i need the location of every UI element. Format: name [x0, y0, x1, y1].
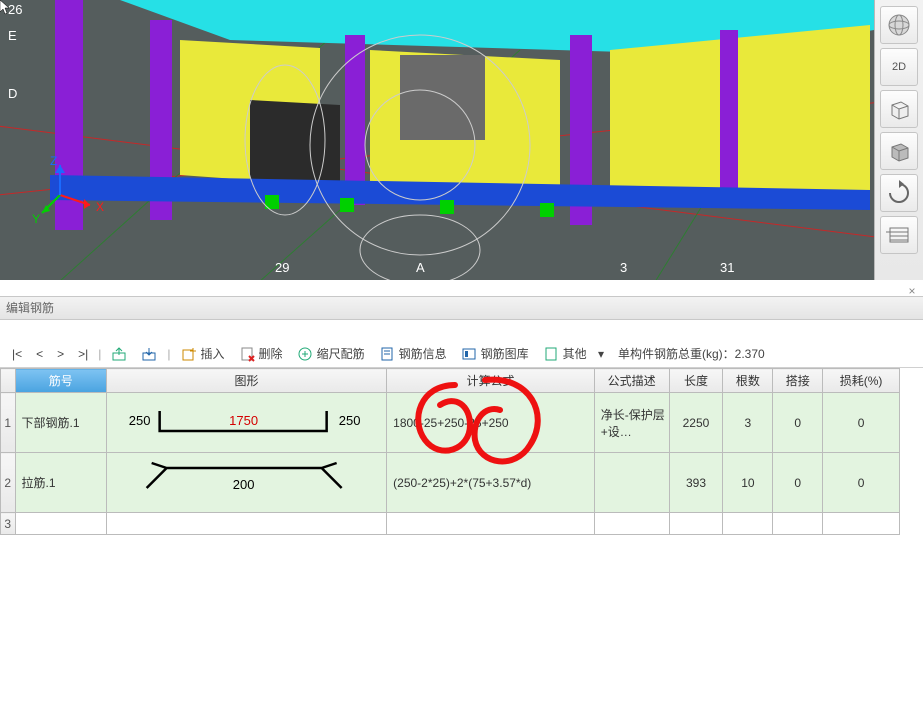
cell-count: 10 — [723, 453, 773, 513]
rotate-button[interactable] — [880, 174, 918, 212]
chevron-down-icon: ▾ — [598, 347, 604, 361]
col-header-shape[interactable]: 图形 — [106, 369, 386, 393]
col-header-lap[interactable]: 搭接 — [773, 369, 823, 393]
right-toolbar: 2D — [874, 0, 923, 280]
rebar-toolbar: |< < > >| | | 插入 删除 缩尺配筋 钢筋信息 钢筋图库 其他 ▾ … — [0, 340, 923, 368]
axis-z-label: Z — [50, 154, 57, 168]
col-header-length[interactable]: 长度 — [669, 369, 723, 393]
cube-solid-button[interactable] — [880, 132, 918, 170]
axis-y-label: Y — [32, 212, 40, 226]
library-button[interactable]: 钢筋图库 — [455, 343, 535, 364]
cell-formula: (250-2*25)+2*(75+3.57*d) — [387, 453, 595, 513]
svg-text:200: 200 — [233, 477, 255, 492]
scale-button[interactable]: 缩尺配筋 — [291, 343, 371, 364]
cell-loss: 0 — [823, 453, 900, 513]
cell-lap: 0 — [773, 393, 823, 453]
summary-label: 单构件钢筋总重(kg)：2.370 — [618, 345, 765, 362]
cursor-icon — [0, 0, 10, 16]
summary-value: 2.370 — [735, 347, 765, 361]
col-header-loss[interactable]: 损耗(%) — [823, 369, 900, 393]
panel-title: 编辑钢筋 — [0, 296, 923, 320]
insert-button[interactable]: 插入 — [175, 343, 231, 364]
nav-prev-button[interactable]: < — [30, 345, 49, 363]
svg-text:26: 26 — [8, 2, 22, 17]
col-header-formula[interactable]: 计算公式 — [387, 369, 595, 393]
col-header-count[interactable]: 根数 — [723, 369, 773, 393]
svg-text:31: 31 — [720, 260, 734, 275]
cube-wire-button[interactable] — [880, 90, 918, 128]
viewport-scene: X Y Z 26 E D 29 A 3 31 — [0, 0, 874, 280]
globe-view-button[interactable] — [880, 6, 918, 44]
svg-text:29: 29 — [275, 260, 289, 275]
cell-shape: 250 1750 250 — [106, 393, 386, 453]
cell-length: 393 — [669, 453, 723, 513]
import-down-button[interactable] — [135, 344, 163, 364]
cell-name: 拉筋.1 — [15, 453, 106, 513]
axis-x-label: X — [96, 200, 104, 214]
svg-text:1750: 1750 — [229, 413, 258, 428]
svg-text:250: 250 — [339, 413, 361, 428]
rebar-table: 筋号 图形 计算公式 公式描述 长度 根数 搭接 损耗(%) 1 下部钢筋.1 … — [0, 368, 900, 535]
other-dropdown[interactable]: 其他 ▾ — [537, 343, 610, 364]
cell-length: 2250 — [669, 393, 723, 453]
viewport-3d[interactable]: X Y Z 26 E D 29 A 3 31 — [0, 0, 874, 280]
panel-toggle-button[interactable] — [880, 216, 918, 254]
table-row[interactable]: 1 下部钢筋.1 250 1750 250 1800-25+250-25+250… — [1, 393, 900, 453]
col-header-name[interactable]: 筋号 — [15, 369, 106, 393]
svg-text:3: 3 — [620, 260, 627, 275]
nav-first-button[interactable]: |< — [6, 345, 28, 363]
close-panel-button[interactable]: × — [903, 284, 921, 298]
svg-text:A: A — [416, 260, 425, 275]
cell-desc — [594, 453, 669, 513]
svg-text:D: D — [8, 86, 17, 101]
svg-text:250: 250 — [129, 413, 151, 428]
view-2d-button[interactable]: 2D — [880, 48, 918, 86]
cell-desc: 净长-保护层+设… — [594, 393, 669, 453]
nav-last-button[interactable]: >| — [72, 345, 94, 363]
cell-formula: 1800-25+250-25+250 — [387, 393, 595, 453]
delete-button[interactable]: 删除 — [233, 343, 289, 364]
table-row[interactable]: 2 拉筋.1 200 (250-2*25)+2*(75+3.57*d) 393 … — [1, 453, 900, 513]
cell-name: 下部钢筋.1 — [15, 393, 106, 453]
col-header-desc[interactable]: 公式描述 — [594, 369, 669, 393]
cell-shape: 200 — [106, 453, 386, 513]
nav-next-button[interactable]: > — [51, 345, 70, 363]
table-row[interactable]: 3 — [1, 513, 900, 535]
cell-loss: 0 — [823, 393, 900, 453]
svg-text:E: E — [8, 28, 17, 43]
info-button[interactable]: 钢筋信息 — [373, 343, 453, 364]
cell-count: 3 — [723, 393, 773, 453]
export-up-button[interactable] — [105, 344, 133, 364]
cell-lap: 0 — [773, 453, 823, 513]
